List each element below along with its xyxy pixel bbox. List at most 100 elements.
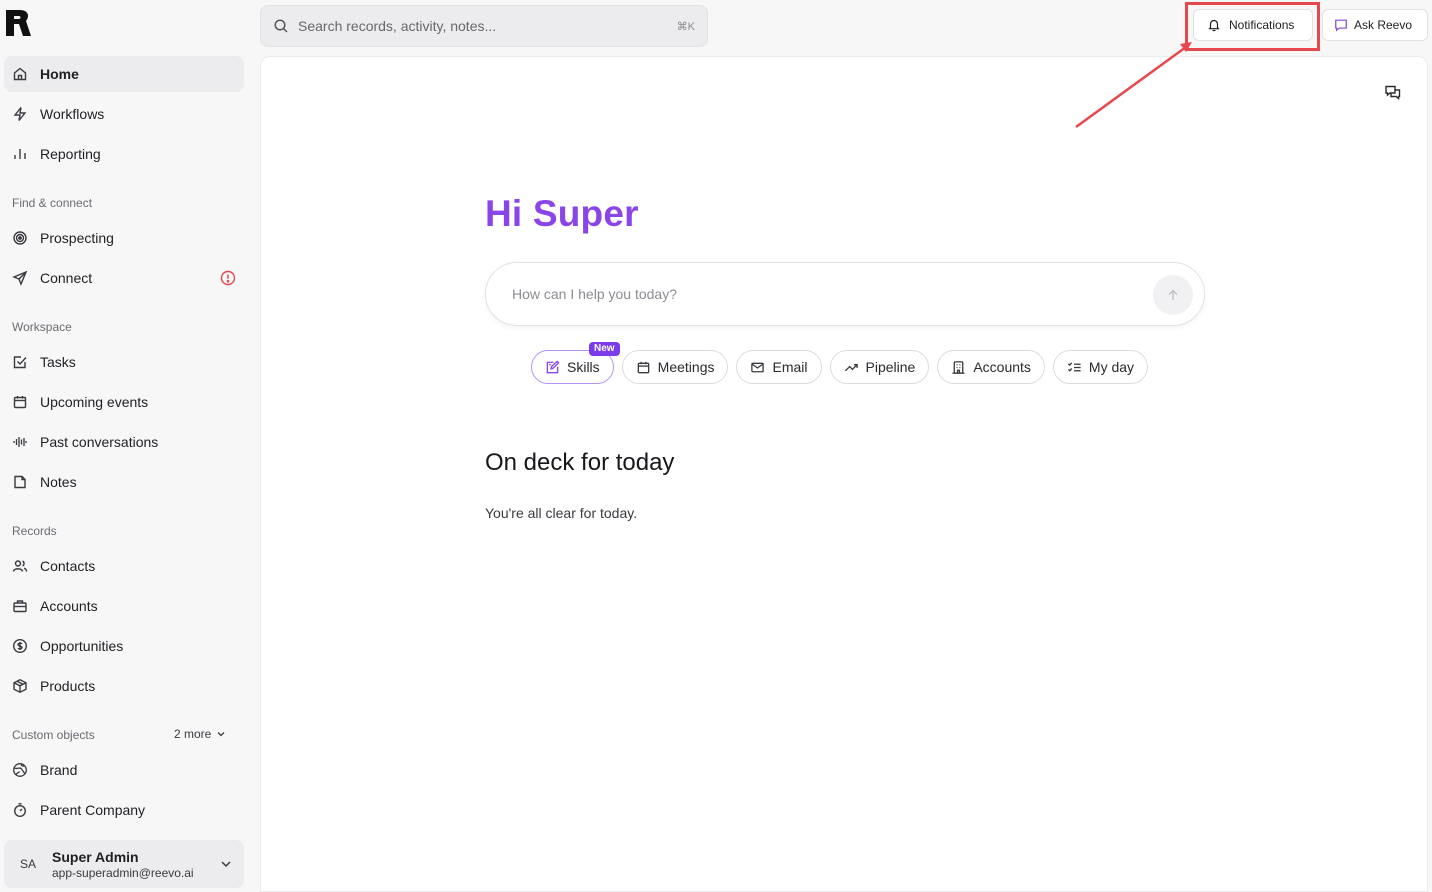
sidebar-item-label: Brand	[40, 762, 78, 778]
sidebar-item-label: Parent Company	[40, 802, 146, 818]
assistant-prompt-box[interactable]	[485, 262, 1205, 326]
user-email: app-superadmin@reevo.ai	[52, 865, 194, 880]
contacts-icon	[12, 560, 28, 572]
more-label: 2 more	[174, 727, 212, 741]
chip-label: Email	[772, 359, 808, 375]
global-search-bar[interactable]: ⌘K	[260, 5, 708, 47]
sidebar-item-label: Opportunities	[40, 638, 124, 654]
sidebar-item-label: Prospecting	[40, 230, 114, 246]
user-profile-menu[interactable]: SA Super Admin app-superadmin@reevo.ai	[4, 840, 244, 888]
lightning-icon	[13, 107, 27, 121]
on-deck-heading: On deck for today	[485, 449, 675, 476]
sidebar-item-label: Past conversations	[40, 434, 159, 450]
sidebar-item-connect[interactable]: Connect	[4, 260, 244, 296]
new-badge: New	[589, 342, 620, 356]
bell-icon	[1208, 19, 1220, 32]
ask-reevo-label: Ask Reevo	[1354, 18, 1413, 32]
search-icon	[274, 19, 288, 33]
sidebar-item-label: Reporting	[40, 146, 101, 162]
quick-action-chips: Skills New Meetings Email Pipeline Accou…	[531, 342, 1149, 384]
search-input[interactable]	[298, 18, 658, 34]
section-label-workspace: Workspace	[12, 320, 72, 334]
chip-pipeline[interactable]: Pipeline	[829, 350, 930, 384]
sidebar-item-notes[interactable]: Notes	[4, 464, 244, 500]
user-name: Super Admin	[52, 848, 139, 865]
sidebar-item-brand[interactable]: Brand	[4, 752, 244, 788]
note-icon	[14, 475, 26, 489]
sidebar-item-label: Workflows	[40, 106, 105, 122]
send-button[interactable]	[1153, 275, 1193, 315]
custom-objects-more-toggle[interactable]: 2 more	[174, 727, 227, 741]
on-deck-empty-state: You're all clear for today.	[485, 505, 638, 521]
sidebar: Home Workflows Reporting Find & connect …	[0, 0, 252, 892]
sidebar-item-accounts[interactable]: Accounts	[4, 588, 244, 624]
chip-label: Accounts	[973, 359, 1031, 375]
chip-label: Meetings	[657, 359, 715, 375]
chevron-down-icon	[217, 732, 225, 737]
sidebar-item-reporting[interactable]: Reporting	[4, 136, 244, 172]
chip-my-day[interactable]: My day	[1052, 350, 1149, 384]
mail-icon	[751, 362, 765, 372]
home-icon	[13, 67, 27, 81]
sidebar-item-label: Contacts	[40, 558, 96, 574]
chat-bubble-icon	[1335, 19, 1347, 32]
sidebar-item-label: Connect	[40, 270, 93, 286]
sidebar-item-opportunities[interactable]: Opportunities	[4, 628, 244, 664]
calendar-icon	[13, 396, 27, 409]
sidebar-item-workflows[interactable]: Workflows	[4, 96, 244, 132]
dollar-circle-icon	[12, 638, 28, 654]
calendar-icon	[637, 361, 649, 373]
trend-up-icon	[844, 363, 858, 371]
box-icon	[13, 679, 27, 693]
stopwatch-icon	[13, 803, 27, 818]
sidebar-item-label: Upcoming events	[40, 394, 149, 410]
sidebar-item-contacts[interactable]: Contacts	[4, 548, 244, 584]
target-icon	[13, 231, 27, 245]
section-label-records: Records	[12, 524, 57, 538]
sidebar-item-past-conversations[interactable]: Past conversations	[4, 424, 244, 460]
briefcase-icon	[13, 600, 27, 613]
bar-chart-icon	[14, 149, 26, 159]
checklist-icon	[1067, 361, 1081, 372]
sidebar-item-products[interactable]: Products	[4, 668, 244, 704]
sidebar-item-label: Accounts	[40, 598, 98, 614]
globe-icon	[13, 763, 27, 777]
user-info: Super Admin app-superadmin@reevo.ai	[52, 849, 194, 880]
task-check-icon	[13, 356, 27, 369]
sidebar-item-label: Products	[40, 678, 96, 694]
send-icon	[12, 270, 28, 286]
sidebar-item-label: Notes	[40, 474, 77, 490]
chip-meetings[interactable]: Meetings	[621, 350, 729, 384]
sidebar-item-label: Tasks	[40, 354, 76, 370]
greeting-heading: Hi Super	[485, 193, 639, 234]
chip-label: My day	[1088, 359, 1135, 375]
reevo-logo[interactable]	[4, 8, 34, 38]
chip-email[interactable]: Email	[736, 350, 822, 384]
notifications-button[interactable]: Notifications	[1193, 9, 1313, 41]
assistant-prompt-input[interactable]	[512, 286, 1112, 302]
sidebar-item-parent-company[interactable]: Parent Company	[4, 792, 244, 828]
sidebar-item-home[interactable]: Home	[4, 56, 244, 92]
avatar: SA	[20, 857, 37, 871]
alert-icon	[220, 270, 236, 286]
sidebar-item-tasks[interactable]: Tasks	[4, 344, 244, 380]
search-shortcut-hint: ⌘K	[676, 20, 695, 33]
sidebar-item-label: Home	[40, 66, 79, 82]
sidebar-item-prospecting[interactable]: Prospecting	[4, 220, 244, 256]
chip-accounts[interactable]: Accounts	[937, 350, 1045, 384]
main-panel: Hi Super Skills New Meetings Email Pipel…	[260, 56, 1428, 892]
chip-label: Pipeline	[865, 359, 916, 375]
skills-edit-icon	[546, 359, 560, 373]
ask-reevo-button[interactable]: Ask Reevo	[1322, 9, 1428, 41]
arrow-up-icon	[1168, 289, 1178, 300]
building-icon	[952, 360, 965, 374]
sidebar-item-upcoming-events[interactable]: Upcoming events	[4, 384, 244, 420]
notifications-label: Notifications	[1229, 18, 1295, 32]
waveform-icon	[13, 437, 27, 447]
conversations-icon[interactable]	[1384, 84, 1402, 102]
chip-skills[interactable]: Skills New	[531, 342, 620, 384]
chip-label: Skills	[567, 359, 600, 375]
section-label-custom-objects: Custom objects	[12, 728, 95, 742]
section-label-find-connect: Find & connect	[12, 196, 93, 210]
chevron-down-icon	[221, 861, 231, 868]
